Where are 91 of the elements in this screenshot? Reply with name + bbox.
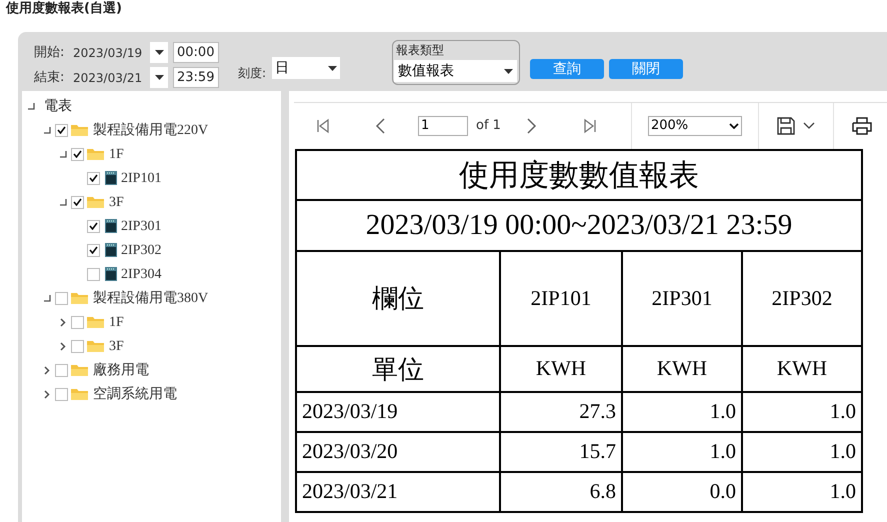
checkbox[interactable] <box>71 340 84 352</box>
checkbox[interactable] <box>71 196 84 208</box>
table-cell: 1.0 <box>742 472 862 512</box>
table-cell: 2023/03/19 <box>296 392 500 432</box>
table-cell: 1.0 <box>622 392 742 432</box>
folder-icon <box>87 196 105 208</box>
checkbox[interactable] <box>87 268 100 280</box>
table-cell: KWH <box>742 346 862 392</box>
table-cell: 2023/03/20 <box>296 432 500 472</box>
table-header-cell: 2IP301 <box>622 251 742 346</box>
date-value: 2023/03/19 <box>73 45 142 62</box>
table-cell: 1.0 <box>622 432 742 472</box>
scale-label: 刻度: <box>238 65 266 82</box>
meter-icon <box>105 171 117 185</box>
tree-node-label[interactable]: 電表 <box>44 96 72 116</box>
meter-icon <box>105 243 117 257</box>
date-label: 結束: <box>34 69 64 87</box>
page-title: 使用度數報表(自選) <box>6 0 122 18</box>
folder-icon <box>87 316 105 328</box>
table-cell: 1.0 <box>742 432 862 472</box>
report-title: 使用度數數值報表 <box>296 150 862 200</box>
tree-node-label[interactable]: 2IP101 <box>121 168 162 188</box>
print-icon <box>852 116 872 134</box>
checkbox[interactable] <box>55 124 68 136</box>
folder-icon <box>71 364 89 376</box>
check-icon <box>89 174 98 182</box>
caret-icon <box>728 122 739 128</box>
page-count: of 1 <box>476 116 501 135</box>
checkbox[interactable] <box>55 388 68 400</box>
table-header-cell: 欄位 <box>296 251 500 346</box>
checkbox[interactable] <box>71 148 84 160</box>
tree-node-label[interactable]: 1F <box>109 144 124 164</box>
caret-icon <box>154 75 164 80</box>
tree-node-label[interactable]: 3F <box>109 336 124 356</box>
table-cell: 0.0 <box>622 472 742 512</box>
report-date-range: 2023/03/19 00:00~2023/03/21 23:59 <box>296 200 862 251</box>
tree-node-label[interactable]: 製程設備用電380V <box>93 288 208 308</box>
checkbox[interactable] <box>87 172 100 184</box>
table-header-cell: 單位 <box>296 346 500 392</box>
checkbox[interactable] <box>55 292 68 304</box>
report-type-legend: 報表類型 <box>396 41 444 59</box>
tree-node-label[interactable]: 空調系統用電 <box>93 384 177 404</box>
date-label: 開始: <box>34 44 64 62</box>
date-value: 2023/03/21 <box>73 70 142 87</box>
check-icon <box>73 198 82 206</box>
table-cell: 1.0 <box>742 392 862 432</box>
caret-icon <box>328 66 337 70</box>
tree-node-label[interactable]: 製程設備用電220V <box>93 120 208 140</box>
caret-icon <box>802 122 815 129</box>
save-icon <box>776 116 795 134</box>
tree-node-label[interactable]: 2IP301 <box>121 216 162 236</box>
caret-icon <box>154 50 164 55</box>
caret-icon <box>504 68 513 74</box>
table-cell: 15.7 <box>500 432 622 472</box>
tree-node-label[interactable]: 1F <box>109 312 124 332</box>
report-type-select[interactable]: 數值報表 <box>394 60 517 82</box>
meter-icon <box>105 267 117 281</box>
checkbox[interactable] <box>87 220 100 232</box>
first-page-icon <box>315 118 331 134</box>
tree-node-label[interactable]: 3F <box>109 192 124 212</box>
check-icon <box>89 222 98 230</box>
table-cell: 2023/03/21 <box>296 472 500 512</box>
end-time-field[interactable]: 23:59 <box>173 67 219 88</box>
zoom-select[interactable]: 200% <box>648 116 742 136</box>
tree-node-label[interactable]: 2IP302 <box>121 240 162 260</box>
start-time-field[interactable]: 00:00 <box>173 42 219 63</box>
table-header-cell: 2IP101 <box>500 251 622 346</box>
table-cell: KWH <box>500 346 622 392</box>
folder-icon <box>71 388 89 400</box>
folder-icon <box>87 340 105 352</box>
tree-node-label[interactable]: 廠務用電 <box>93 360 149 380</box>
check-icon <box>89 246 98 254</box>
table-cell: KWH <box>622 346 742 392</box>
folder-icon <box>71 292 89 304</box>
check-icon <box>57 126 66 134</box>
folder-icon <box>71 124 89 136</box>
dropdown-button[interactable] <box>150 67 168 88</box>
checkbox[interactable] <box>71 316 84 328</box>
checkbox[interactable] <box>55 364 68 376</box>
meter-icon <box>105 219 117 233</box>
checkbox[interactable] <box>87 244 100 256</box>
check-icon <box>73 150 82 158</box>
dropdown-button[interactable] <box>150 42 168 63</box>
table-header-cell: 2IP302 <box>742 251 862 346</box>
folder-icon <box>87 148 105 160</box>
scale-select[interactable]: 日 <box>272 57 340 79</box>
tree-node-label[interactable]: 2IP304 <box>121 264 162 284</box>
last-page-icon <box>582 118 598 134</box>
page-field[interactable]: 1 <box>418 116 468 136</box>
table-cell: 27.3 <box>500 392 622 432</box>
table-cell: 6.8 <box>500 472 622 512</box>
